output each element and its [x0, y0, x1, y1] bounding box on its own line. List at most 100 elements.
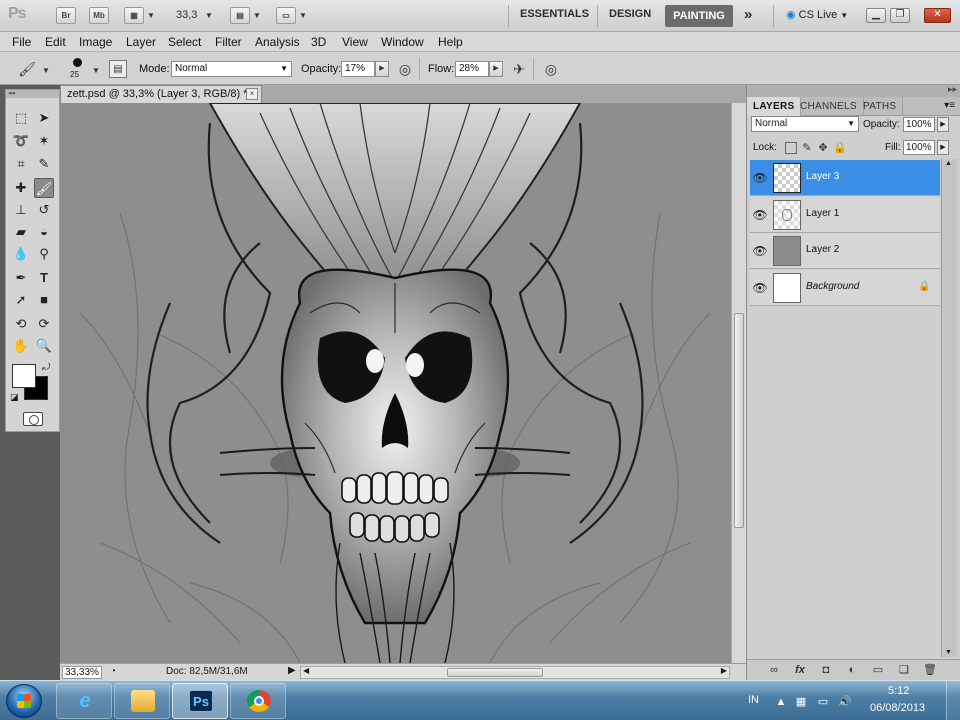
history-brush-tool-icon[interactable]: ↺: [34, 200, 54, 220]
close-tab-icon[interactable]: ×: [246, 88, 258, 100]
workspace-essentials[interactable]: ESSENTIALS: [520, 8, 589, 20]
taskbar-photoshop[interactable]: Ps: [172, 683, 228, 719]
close-button[interactable]: ✕: [924, 8, 951, 23]
visibility-eye-icon[interactable]: 👁: [752, 170, 768, 186]
workspace-design[interactable]: DESIGN: [609, 8, 651, 20]
zoom-level[interactable]: 33,3: [176, 9, 197, 21]
taskbar-chrome[interactable]: [230, 683, 286, 719]
menu-view[interactable]: View: [342, 35, 368, 49]
lock-all-icon[interactable]: 🔒: [833, 142, 847, 154]
clock-time[interactable]: 5:12: [888, 685, 909, 697]
marquee-tool-icon[interactable]: ⬚: [11, 108, 31, 128]
scroll-down-icon[interactable]: ▼: [945, 649, 952, 656]
visibility-eye-icon[interactable]: 👁: [752, 243, 768, 259]
menu-window[interactable]: Window: [381, 35, 424, 49]
trash-icon[interactable]: 🗑: [923, 663, 937, 677]
scroll-right-icon[interactable]: ▶: [721, 666, 727, 675]
cs-live-menu[interactable]: ◉ CS Live ▼: [786, 8, 848, 21]
pressure-size-icon[interactable]: ◎: [542, 60, 560, 78]
brush-tool-icon[interactable]: 🖌: [34, 178, 54, 198]
fill-field[interactable]: 100%: [903, 140, 935, 155]
hand-tool-icon[interactable]: ✋: [11, 336, 31, 356]
language-indicator[interactable]: IN: [748, 694, 759, 706]
3d-rotate-tool-icon[interactable]: ⟲: [11, 314, 31, 334]
scroll-thumb[interactable]: [734, 313, 744, 528]
adjustment-layer-icon[interactable]: ◐: [845, 663, 859, 677]
network-icon[interactable]: ▦: [794, 695, 808, 709]
type-tool-icon[interactable]: T: [34, 268, 54, 288]
new-layer-icon[interactable]: ❏: [897, 663, 911, 677]
move-tool-icon[interactable]: ➤: [34, 108, 54, 128]
panel-dock-header[interactable]: ▸▸: [747, 84, 960, 97]
new-group-icon[interactable]: ▭: [871, 663, 885, 677]
layer-opacity-field[interactable]: 100%: [903, 117, 935, 132]
chevron-down-icon[interactable]: ▼: [299, 11, 307, 20]
opacity-slider-toggle[interactable]: ▶: [375, 61, 389, 77]
collapse-icon[interactable]: ◂◂: [6, 90, 59, 98]
blur-tool-icon[interactable]: 💧: [11, 244, 31, 264]
chevron-down-icon[interactable]: ▼: [253, 11, 261, 20]
mini-bridge-button[interactable]: Mb: [89, 7, 109, 24]
menu-help[interactable]: Help: [438, 35, 463, 49]
lock-image-icon[interactable]: ✎: [801, 142, 813, 154]
status-zoom-field[interactable]: 33,33%: [62, 666, 102, 679]
taskbar-internet-explorer[interactable]: e: [56, 683, 112, 719]
tab-channels[interactable]: CHANNELS: [794, 97, 864, 116]
view-extras-button[interactable]: ▦: [124, 7, 144, 24]
layer-row-layer-2[interactable]: 👁 Layer 2: [750, 233, 940, 269]
pen-tool-icon[interactable]: ✒: [11, 268, 31, 288]
clone-stamp-tool-icon[interactable]: ⊥: [11, 200, 31, 220]
flow-field[interactable]: 28%: [455, 61, 489, 77]
eraser-tool-icon[interactable]: ▰: [11, 222, 31, 242]
minimize-button[interactable]: ▁: [866, 8, 886, 23]
layer-row-background[interactable]: 👁 Background 🔒: [750, 270, 940, 306]
volume-icon[interactable]: 🔊: [838, 695, 852, 709]
fill-slider-toggle[interactable]: ▶: [937, 140, 949, 155]
layer-opacity-slider-toggle[interactable]: ▶: [937, 117, 949, 132]
layer-row-layer-1[interactable]: 👁 Layer 1: [750, 197, 940, 233]
show-hidden-icons-icon[interactable]: ▲: [774, 695, 788, 709]
screen-mode-button[interactable]: ▭: [276, 7, 296, 24]
start-button[interactable]: [6, 684, 42, 718]
status-menu-arrow-icon[interactable]: ▶: [288, 665, 296, 676]
healing-brush-tool-icon[interactable]: ✚: [11, 178, 31, 198]
show-desktop-button[interactable]: [946, 681, 960, 720]
menu-analysis[interactable]: Analysis: [255, 35, 300, 49]
zoom-tool-icon[interactable]: 🔍: [34, 336, 54, 356]
brush-panel-toggle-icon[interactable]: ▤: [109, 60, 127, 78]
paint-bucket-tool-icon[interactable]: ◒: [34, 222, 54, 242]
airbrush-icon[interactable]: ✈: [510, 60, 528, 78]
menu-layer[interactable]: Layer: [126, 35, 156, 49]
link-layers-icon[interactable]: ∞: [767, 663, 781, 677]
chevron-down-icon[interactable]: ▼: [42, 66, 50, 75]
menu-3d[interactable]: 3D: [311, 35, 326, 49]
restore-button[interactable]: ❐: [890, 8, 910, 23]
default-colors-icon[interactable]: ◪: [10, 392, 19, 403]
crop-tool-icon[interactable]: ⌗: [11, 154, 31, 174]
clock-date[interactable]: 06/08/2013: [870, 702, 925, 714]
more-workspaces-icon[interactable]: »: [744, 6, 752, 23]
flow-slider-toggle[interactable]: ▶: [489, 61, 503, 77]
rectangle-tool-icon[interactable]: ■: [34, 290, 54, 310]
status-info-icon[interactable]: ◔: [110, 666, 116, 677]
lock-position-icon[interactable]: ✥: [817, 142, 829, 154]
workspace-painting[interactable]: PAINTING: [665, 5, 733, 27]
visibility-eye-icon[interactable]: 👁: [752, 207, 768, 223]
pressure-opacity-icon[interactable]: ◎: [396, 60, 414, 78]
add-mask-icon[interactable]: ◘: [819, 663, 833, 677]
scroll-left-icon[interactable]: ◀: [303, 666, 309, 675]
arrange-documents-button[interactable]: ▤: [230, 7, 250, 24]
scroll-up-icon[interactable]: ▲: [945, 160, 952, 167]
chevron-down-icon[interactable]: ▼: [147, 11, 155, 20]
launch-bridge-button[interactable]: Br: [56, 7, 76, 24]
menu-filter[interactable]: Filter: [215, 35, 242, 49]
menu-edit[interactable]: Edit: [45, 35, 66, 49]
lasso-tool-icon[interactable]: ➰: [11, 131, 31, 151]
eyedropper-tool-icon[interactable]: ✎: [34, 154, 54, 174]
visibility-eye-icon[interactable]: 👁: [752, 280, 768, 296]
menu-file[interactable]: File: [12, 35, 31, 49]
canvas-horizontal-scrollbar[interactable]: ◀ ▶: [300, 666, 730, 679]
dodge-tool-icon[interactable]: ⚲: [34, 244, 54, 264]
collapse-icon[interactable]: ▸▸: [948, 84, 957, 95]
mode-select[interactable]: Normal ▼: [171, 61, 292, 77]
